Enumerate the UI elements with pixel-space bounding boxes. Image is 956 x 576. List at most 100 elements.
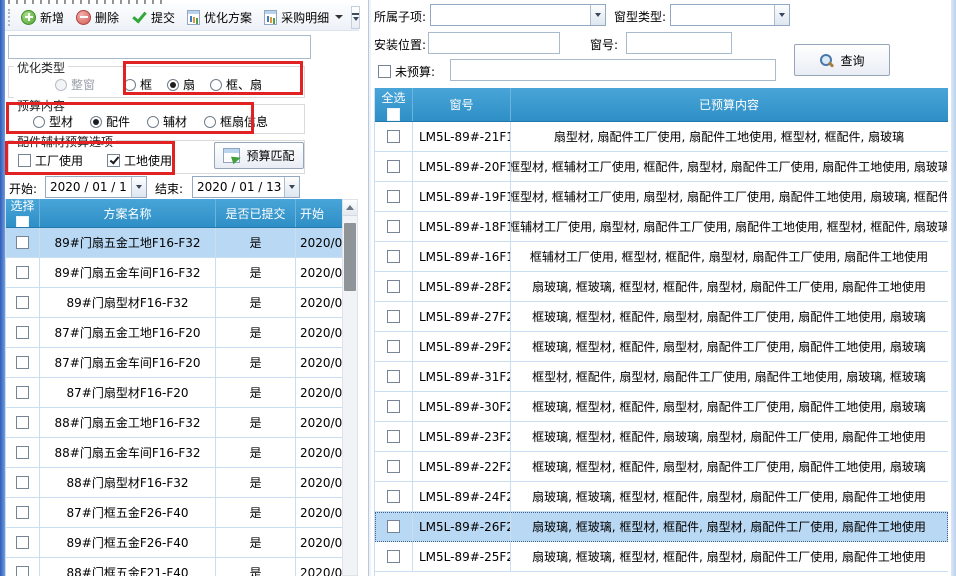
- row-checkbox[interactable]: [16, 386, 29, 399]
- radio-sash[interactable]: 扇: [167, 76, 195, 93]
- row-checkbox[interactable]: [387, 340, 400, 353]
- window-table-row[interactable]: LM5L-89#-27F25框玻璃, 框型材, 框配件, 扇型材, 扇配件工厂使…: [375, 302, 948, 332]
- row-checkbox[interactable]: [387, 250, 400, 263]
- window-no-input[interactable]: [626, 32, 732, 54]
- plan-table-row[interactable]: 88#门扇五金车间F16-F32是2020/0: [6, 438, 342, 468]
- row-checkbox[interactable]: [16, 476, 29, 489]
- row-checkbox[interactable]: [16, 326, 29, 339]
- plan-header-name[interactable]: 方案名称: [40, 199, 216, 227]
- plan-table-row[interactable]: 89#门扇型材F16-F32是2020/0: [6, 288, 342, 318]
- window-table-row[interactable]: LM5L-89#-29F27框玻璃, 框型材, 框配件, 扇型材, 扇配件工厂使…: [375, 332, 948, 362]
- scrollbar-up-button[interactable]: [343, 200, 357, 216]
- window-table: 全选 窗号 已预算内容 LM5L-89#-21F19扇型材, 扇配件工厂使用, …: [374, 88, 948, 576]
- purchase-detail-button[interactable]: 采购明细: [258, 5, 349, 30]
- sub-item-dropdown-button[interactable]: [590, 5, 605, 25]
- no-budget-checkbox[interactable]: 未预算:: [378, 63, 435, 80]
- row-checkbox[interactable]: [16, 506, 29, 519]
- row-checkbox[interactable]: [387, 520, 400, 533]
- toolbar-grip-icon[interactable]: [8, 9, 10, 26]
- row-checkbox[interactable]: [387, 490, 400, 503]
- row-checkbox[interactable]: [387, 550, 400, 563]
- submit-button[interactable]: 提交: [125, 5, 181, 30]
- plan-table-row[interactable]: 87#门扇型材F16-F20是2020/0: [6, 378, 342, 408]
- radio-frame-sash-info[interactable]: 框扇信息: [204, 113, 268, 130]
- window-type-dropdown-button[interactable]: [774, 5, 789, 25]
- install-position-input[interactable]: [428, 32, 560, 54]
- plan-table-row[interactable]: 88#门扇五金工地F16-F32是2020/0: [6, 408, 342, 438]
- row-checkbox[interactable]: [387, 160, 400, 173]
- window-table-row[interactable]: LM5L-89#-26F24扇玻璃, 框玻璃, 框型材, 框配件, 扇型材, 扇…: [375, 512, 948, 542]
- row-checkbox[interactable]: [387, 220, 400, 233]
- plan-header-submitted[interactable]: 是否已提交: [216, 199, 296, 227]
- add-button[interactable]: 新增: [15, 5, 70, 30]
- plan-table-row[interactable]: 89#门扇五金工地F16-F32是2020/0: [6, 228, 342, 258]
- plan-row-select-cell: [6, 498, 40, 527]
- toolbar-overflow-button[interactable]: [351, 6, 360, 29]
- radio-frame[interactable]: 框: [124, 76, 152, 93]
- select-all-checkbox[interactable]: [16, 216, 29, 227]
- window-header-budgeted-content[interactable]: 已预算内容: [511, 88, 947, 121]
- scrollbar-thumb[interactable]: [344, 223, 356, 291]
- checkbox-site-use[interactable]: 工地使用: [107, 152, 172, 169]
- budget-match-button[interactable]: 预算匹配: [214, 142, 304, 169]
- panel-divider[interactable]: [368, 0, 371, 576]
- window-header-window-no[interactable]: 窗号: [413, 88, 511, 121]
- checkbox-factory-use[interactable]: 工厂使用: [18, 152, 83, 169]
- optimize-plan-button[interactable]: 优化方案: [181, 5, 258, 30]
- radio-auxiliary[interactable]: 辅材: [147, 113, 187, 130]
- plan-table-row[interactable]: 89#门框五金F26-F40是2020/0: [6, 528, 342, 558]
- row-checkbox[interactable]: [387, 460, 400, 473]
- select-all-checkbox[interactable]: [387, 108, 400, 121]
- row-checkbox[interactable]: [387, 130, 400, 143]
- end-date-picker[interactable]: 2020 / 01 / 13: [192, 176, 300, 198]
- no-budget-input[interactable]: [450, 59, 776, 81]
- window-table-row[interactable]: LM5L-89#-24F22扇玻璃, 框玻璃, 框型材, 框配件, 扇型材, 扇…: [375, 482, 948, 512]
- sub-item-dropdown[interactable]: [430, 4, 606, 26]
- row-checkbox[interactable]: [16, 566, 29, 576]
- query-button[interactable]: 查询: [794, 44, 890, 76]
- plan-submitted-cell: 是: [216, 318, 296, 347]
- start-date-dropdown-button[interactable]: [131, 177, 146, 197]
- window-table-row[interactable]: LM5L-89#-19F17框型材, 框辅材工厂使用, 扇型材, 扇配件工厂使用…: [375, 182, 948, 212]
- plan-table-row[interactable]: 89#门扇五金车间F16-F32是2020/0: [6, 258, 342, 288]
- window-table-row[interactable]: LM5L-89#-21F19扇型材, 扇配件工厂使用, 扇配件工地使用, 框型材…: [375, 122, 948, 152]
- window-table-row[interactable]: LM5L-89#-30F28框玻璃, 框型材, 框配件, 扇型材, 扇配件工厂使…: [375, 392, 948, 422]
- window-type-dropdown[interactable]: [670, 4, 790, 26]
- window-table-row[interactable]: LM5L-89#-22F20框玻璃, 框型材, 框配件, 扇型材, 扇配件工厂使…: [375, 452, 948, 482]
- plan-table-row[interactable]: 88#门框五金F21-F40是2020/0: [6, 558, 342, 576]
- plan-header-start[interactable]: 开始: [296, 199, 342, 227]
- window-table-row[interactable]: LM5L-89#-25F23扇玻璃, 框玻璃, 框型材, 框配件, 扇型材, 扇…: [375, 542, 948, 572]
- plan-table-scrollbar[interactable]: [342, 199, 358, 576]
- plan-table-row[interactable]: 87#门扇五金车间F16-F20是2020/0: [6, 348, 342, 378]
- row-checkbox[interactable]: [387, 280, 400, 293]
- radio-profile[interactable]: 型材: [33, 113, 73, 130]
- end-date-dropdown-button[interactable]: [284, 177, 299, 197]
- row-checkbox[interactable]: [16, 536, 29, 549]
- window-table-row[interactable]: LM5L-89#-23F21框玻璃, 框型材, 框配件, 扇玻璃, 扇型材, 扇…: [375, 422, 948, 452]
- window-table-row[interactable]: LM5L-89#-31F29框型材, 框配件, 扇型材, 扇配件工厂使用, 扇配…: [375, 362, 948, 392]
- row-checkbox[interactable]: [387, 310, 400, 323]
- row-checkbox[interactable]: [387, 400, 400, 413]
- row-checkbox[interactable]: [387, 430, 400, 443]
- plan-table-row[interactable]: 88#门扇型材F16-F32是2020/0: [6, 468, 342, 498]
- plan-table-row[interactable]: 87#门扇五金工地F16-F20是2020/0: [6, 318, 342, 348]
- row-checkbox[interactable]: [16, 296, 29, 309]
- row-checkbox[interactable]: [16, 356, 29, 369]
- window-table-row[interactable]: LM5L-89#-18F16框辅材工厂使用, 扇型材, 扇配件工厂使用, 扇配件…: [375, 212, 948, 242]
- radio-whole-window[interactable]: 整窗: [55, 76, 95, 93]
- delete-button[interactable]: 删除: [70, 5, 125, 30]
- radio-accessory[interactable]: 配件: [90, 113, 130, 130]
- window-table-row[interactable]: LM5L-89#-20F18框型材, 框辅材工厂使用, 框配件, 扇型材, 扇配…: [375, 152, 948, 182]
- plan-filter-input[interactable]: [8, 35, 311, 59]
- plan-table-row[interactable]: 87#门框五金F26-F40是2020/0: [6, 498, 342, 528]
- row-checkbox[interactable]: [387, 190, 400, 203]
- row-checkbox[interactable]: [16, 266, 29, 279]
- window-table-row[interactable]: LM5L-89#-28F26扇玻璃, 框玻璃, 框型材, 框配件, 扇型材, 扇…: [375, 272, 948, 302]
- start-date-picker[interactable]: 2020 / 01 / 1: [45, 176, 147, 198]
- row-checkbox[interactable]: [16, 446, 29, 459]
- row-checkbox[interactable]: [16, 236, 29, 249]
- radio-frame-sash[interactable]: 框、扇: [210, 76, 262, 93]
- row-checkbox[interactable]: [16, 416, 29, 429]
- row-checkbox[interactable]: [387, 370, 400, 383]
- window-table-row[interactable]: LM5L-89#-16F15框辅材工厂使用, 框型材, 框配件, 扇型材, 扇配…: [375, 242, 948, 272]
